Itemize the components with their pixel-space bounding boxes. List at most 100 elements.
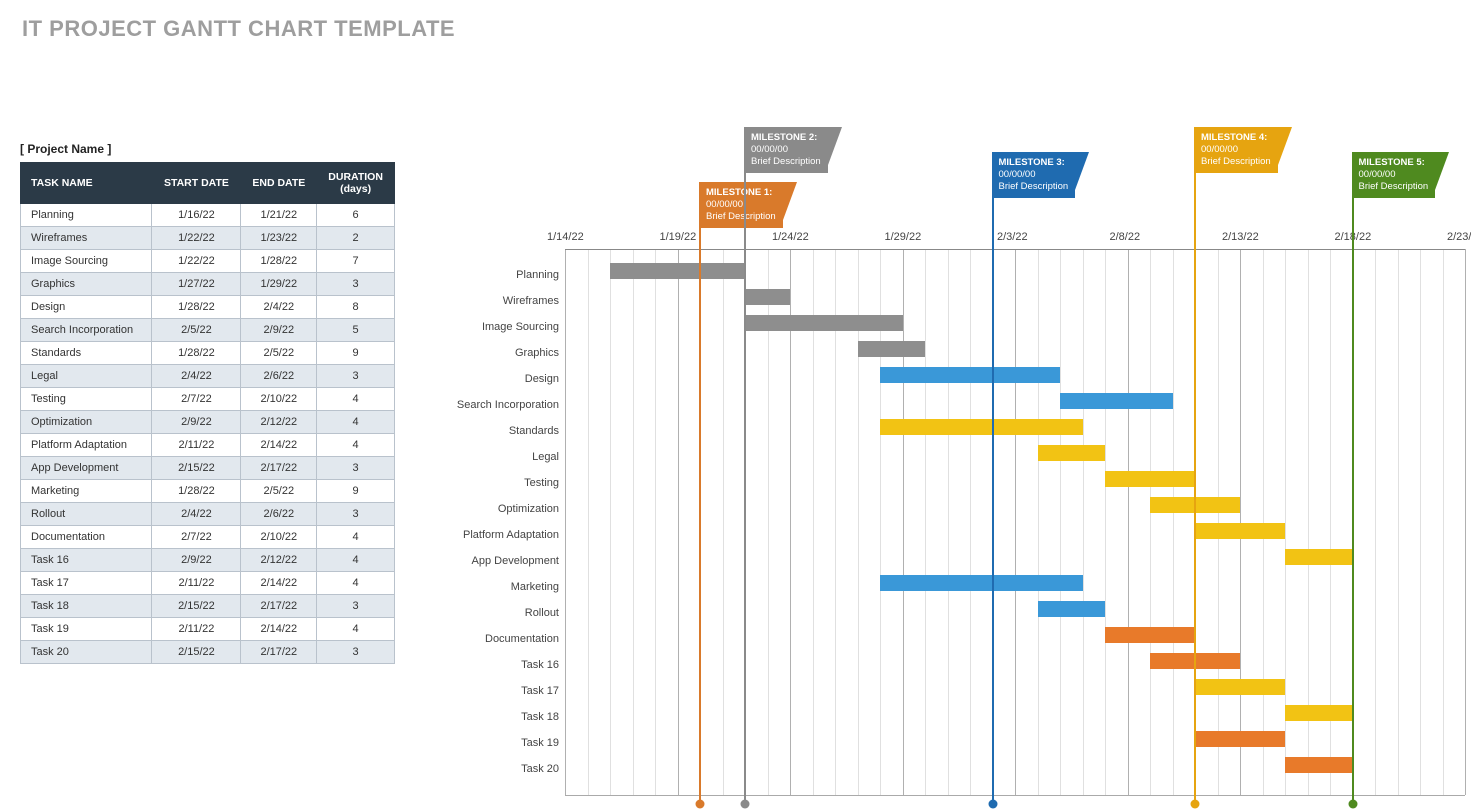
table-row: Task 172/11/222/14/224	[21, 572, 395, 595]
gantt-panel: 1/14/221/19/221/24/221/29/222/3/222/8/22…	[435, 82, 1451, 782]
gridline	[1465, 249, 1466, 795]
table-row: Testing2/7/222/10/224	[21, 388, 395, 411]
gantt-bar	[1285, 549, 1353, 565]
table-cell: 3	[317, 365, 395, 388]
gantt-bar	[745, 315, 903, 331]
row-label: Marketing	[439, 581, 559, 593]
table-cell: Testing	[21, 388, 152, 411]
gridline-minor	[1105, 249, 1106, 795]
table-row: Platform Adaptation2/11/222/14/224	[21, 434, 395, 457]
milestone-line	[744, 129, 746, 803]
row-label: Graphics	[439, 347, 559, 359]
table-cell: 2/12/22	[241, 411, 317, 434]
table-cell: 1/23/22	[241, 227, 317, 250]
table-cell: 4	[317, 411, 395, 434]
table-cell: 2/7/22	[152, 526, 241, 549]
table-cell: 2/14/22	[241, 434, 317, 457]
table-cell: 3	[317, 503, 395, 526]
gridline-minor	[1060, 249, 1061, 795]
table-cell: 2/5/22	[241, 480, 317, 503]
milestone-dot	[1348, 800, 1357, 809]
layout: [ Project Name ] TASK NAMESTART DATEEND …	[20, 82, 1451, 782]
table-cell: 2/15/22	[152, 641, 241, 664]
table-row: Planning1/16/221/21/226	[21, 204, 395, 227]
table-header: END DATE	[241, 163, 317, 204]
axis-tick: 1/14/22	[547, 231, 584, 243]
table-cell: 2	[317, 227, 395, 250]
table-row: Documentation2/7/222/10/224	[21, 526, 395, 549]
row-label: Task 20	[439, 763, 559, 775]
gantt-bar	[880, 367, 1060, 383]
table-cell: 1/28/22	[152, 296, 241, 319]
gridline	[903, 249, 904, 795]
row-label: Rollout	[439, 607, 559, 619]
gantt-bar	[1285, 705, 1353, 721]
table-cell: 1/28/22	[241, 250, 317, 273]
row-label: Standards	[439, 425, 559, 437]
table-header: DURATION(days)	[317, 163, 395, 204]
table-cell: Wireframes	[21, 227, 152, 250]
milestone-flag: MILESTONE 3:00/00/00Brief Description	[992, 152, 1076, 198]
gantt-bar	[1195, 523, 1285, 539]
table-row: Rollout2/4/222/6/223	[21, 503, 395, 526]
gantt-bar	[858, 341, 926, 357]
table-row: Task 192/11/222/14/224	[21, 618, 395, 641]
milestone-line	[992, 154, 994, 803]
gridline-minor	[1083, 249, 1084, 795]
row-label: Task 19	[439, 737, 559, 749]
table-cell: 2/5/22	[152, 319, 241, 342]
table-cell: 4	[317, 434, 395, 457]
table-cell: Platform Adaptation	[21, 434, 152, 457]
table-cell: 2/9/22	[241, 319, 317, 342]
table-cell: 2/17/22	[241, 641, 317, 664]
table-cell: App Development	[21, 457, 152, 480]
task-table: TASK NAMESTART DATEEND DATEDURATION(days…	[20, 162, 395, 664]
table-header: TASK NAME	[21, 163, 152, 204]
table-cell: 2/10/22	[241, 388, 317, 411]
table-cell: 1/29/22	[241, 273, 317, 296]
table-cell: 1/28/22	[152, 342, 241, 365]
table-cell: 2/17/22	[241, 595, 317, 618]
gantt-bar	[1285, 757, 1353, 773]
table-cell: 2/11/22	[152, 618, 241, 641]
table-cell: 2/15/22	[152, 457, 241, 480]
milestone-dot	[988, 800, 997, 809]
table-row: Legal2/4/222/6/223	[21, 365, 395, 388]
table-cell: 4	[317, 618, 395, 641]
table-cell: 2/11/22	[152, 572, 241, 595]
gantt-bar	[1195, 731, 1285, 747]
row-label: Documentation	[439, 633, 559, 645]
table-cell: 2/14/22	[241, 572, 317, 595]
milestone-flag: MILESTONE 5:00/00/00Brief Description	[1352, 152, 1436, 198]
table-cell: Standards	[21, 342, 152, 365]
milestone-line	[699, 184, 701, 803]
table-cell: 7	[317, 250, 395, 273]
gridline-minor	[633, 249, 634, 795]
table-cell: Marketing	[21, 480, 152, 503]
row-label: Search Incorporation	[439, 399, 559, 411]
table-cell: 1/22/22	[152, 250, 241, 273]
milestone-flag: MILESTONE 4:00/00/00Brief Description	[1194, 127, 1278, 173]
gridline	[565, 249, 566, 795]
gridline-minor	[1173, 249, 1174, 795]
table-row: Optimization2/9/222/12/224	[21, 411, 395, 434]
table-row: Image Sourcing1/22/221/28/227	[21, 250, 395, 273]
milestone-flag: MILESTONE 2:00/00/00Brief Description	[744, 127, 828, 173]
table-cell: 2/5/22	[241, 342, 317, 365]
axis-tick: 1/29/22	[885, 231, 922, 243]
gridline-minor	[655, 249, 656, 795]
table-cell: 2/10/22	[241, 526, 317, 549]
table-cell: 6	[317, 204, 395, 227]
table-cell: 9	[317, 342, 395, 365]
table-cell: 4	[317, 572, 395, 595]
gantt-bar	[1105, 471, 1195, 487]
row-label: Image Sourcing	[439, 321, 559, 333]
row-label: Planning	[439, 269, 559, 281]
table-cell: Task 19	[21, 618, 152, 641]
gantt-bar	[880, 419, 1083, 435]
table-cell: 2/4/22	[241, 296, 317, 319]
project-name-label: [ Project Name ]	[20, 142, 395, 156]
table-row: Wireframes1/22/221/23/222	[21, 227, 395, 250]
row-label: Optimization	[439, 503, 559, 515]
milestone-line	[1194, 129, 1196, 803]
